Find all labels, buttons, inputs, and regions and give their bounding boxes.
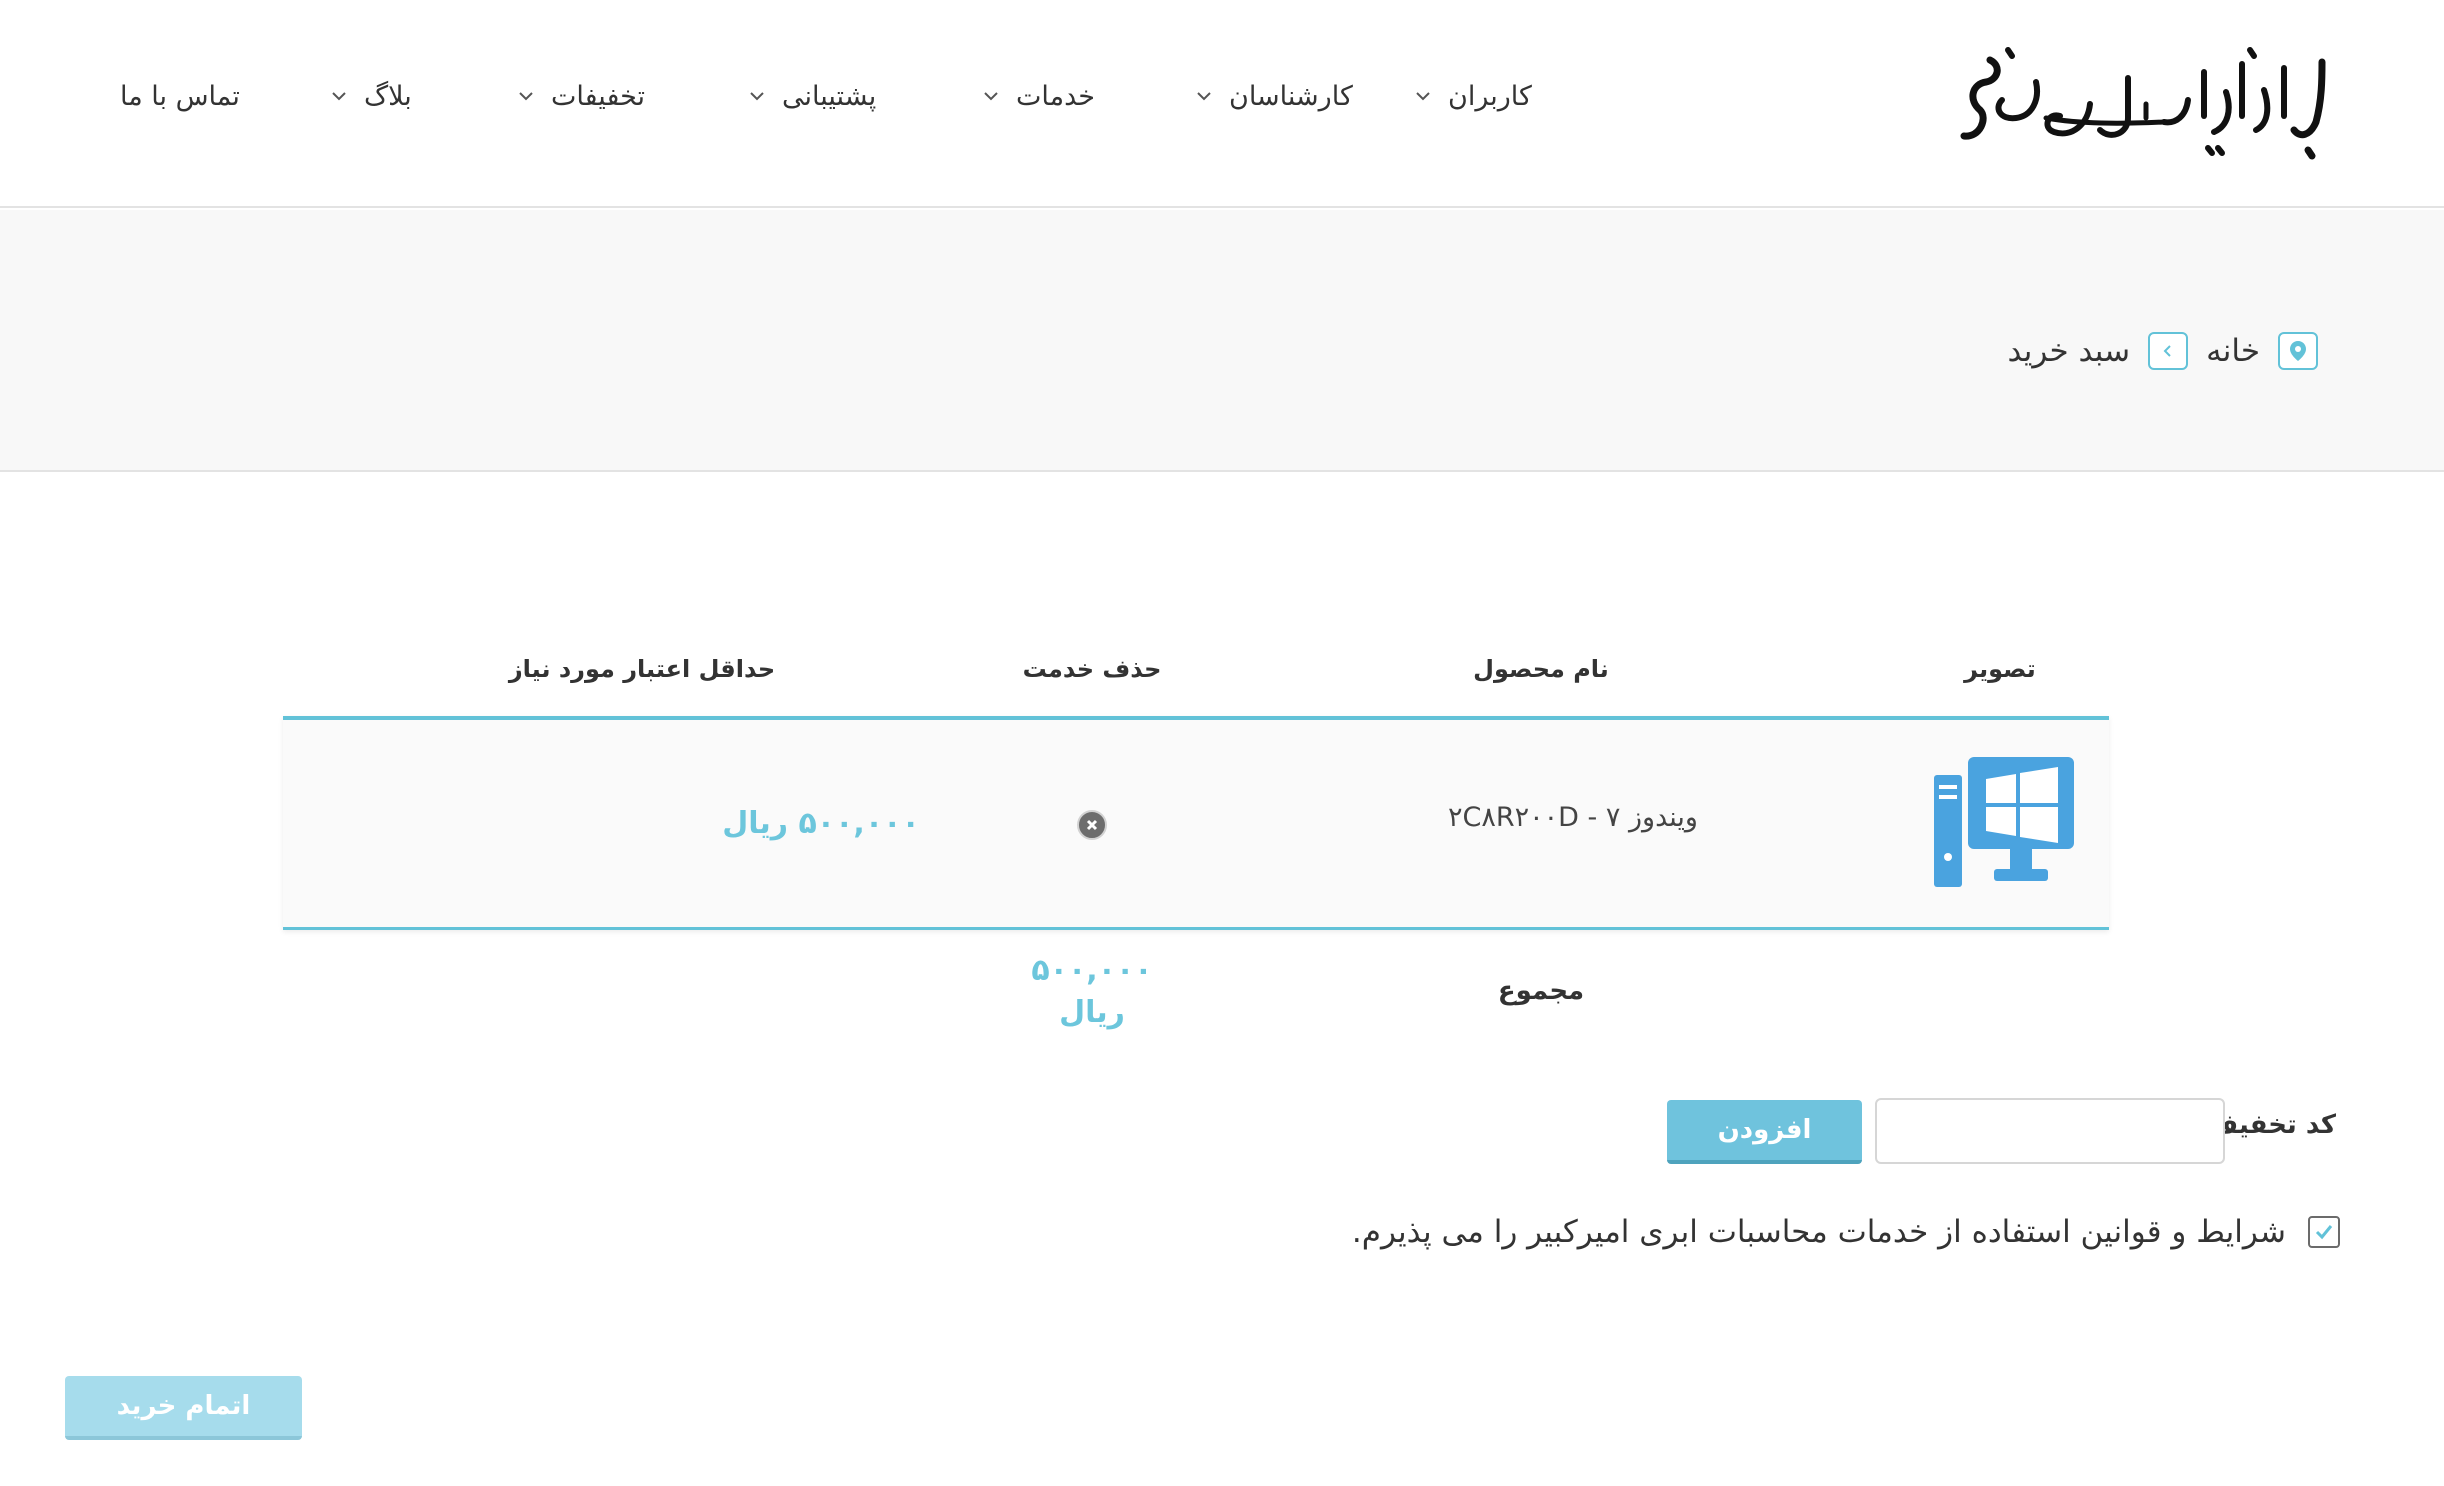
breadcrumb-current: سبد خرید	[2007, 333, 2131, 369]
nav-label: کارشناسان	[1229, 80, 1353, 112]
nav-item-users[interactable]: کاربران	[1412, 72, 1532, 120]
terms-checkbox[interactable]	[2308, 1216, 2340, 1248]
close-icon	[1086, 819, 1098, 831]
nav-label: تخفیفات	[551, 80, 646, 112]
chevron-down-icon	[332, 92, 346, 101]
site-logo[interactable]	[1950, 20, 2340, 170]
nav-label: کاربران	[1448, 80, 1532, 112]
desktop-computer-icon	[1934, 757, 2074, 887]
nav-item-discounts[interactable]: تخفیفات	[515, 72, 645, 120]
nav-item-contact[interactable]: تماس با ما	[120, 72, 240, 120]
terms-text: شرایط و قوانین استفاده از خدمات محاسبات …	[1351, 1214, 2286, 1250]
item-price: ۵۰۰,۰۰۰ ریال	[722, 806, 920, 841]
total-value: ۵۰۰,۰۰۰ ریال	[992, 950, 1192, 1034]
chevron-left-icon	[2148, 332, 2189, 370]
nav-item-services[interactable]: خدمات	[980, 72, 1095, 120]
location-pin-icon	[2278, 332, 2318, 370]
product-name: ویندوز ۷ - ۲C۸R۲۰۰D	[1448, 802, 1698, 833]
chevron-down-icon	[984, 92, 998, 101]
nav-item-blog[interactable]: بلاگ	[328, 72, 412, 120]
checkout-button[interactable]: اتمام خرید	[65, 1376, 302, 1440]
nav-item-support[interactable]: پشتیبانی	[746, 72, 876, 120]
nav-label: پشتیبانی	[782, 80, 877, 112]
column-header-image: تصویر	[1964, 655, 2036, 683]
apply-discount-button[interactable]: افزودن	[1667, 1100, 1862, 1164]
nav-label: بلاگ	[364, 80, 412, 112]
remove-item-button[interactable]	[1077, 810, 1107, 840]
nav-item-experts[interactable]: کارشناسان	[1193, 72, 1353, 120]
column-header-remove: حذف خدمت	[1022, 655, 1162, 683]
chevron-down-icon	[1197, 92, 1211, 101]
breadcrumb-band: خانه سبد خرید	[0, 210, 2444, 472]
breadcrumb: خانه سبد خرید	[2008, 332, 2318, 370]
column-header-min-credit: حداقل اعتبار مورد نیاز	[508, 655, 776, 683]
chevron-down-icon	[519, 92, 533, 101]
nav-label: تماس با ما	[120, 80, 240, 112]
site-header: کاربران کارشناسان خدمات پشتیبانی تخفیفات…	[0, 0, 2444, 208]
logo-calligraphy	[1960, 47, 2326, 160]
total-amount: ۵۰۰,۰۰۰	[1031, 953, 1153, 988]
chevron-down-icon	[1416, 92, 1430, 101]
breadcrumb-home[interactable]: خانه	[2206, 333, 2260, 369]
chevron-down-icon	[750, 92, 764, 101]
column-header-product-name: نام محصول	[1473, 655, 1609, 683]
terms-row: شرایط و قوانین استفاده از خدمات محاسبات …	[1352, 1214, 2340, 1250]
discount-label: کد تخفیف	[2208, 1110, 2336, 1140]
total-currency: ریال	[1059, 995, 1125, 1030]
total-label: مجموع	[1497, 976, 1585, 1006]
nav-label: خدمات	[1016, 80, 1095, 112]
discount-code-input[interactable]	[1875, 1098, 2225, 1164]
checkmark-icon	[2315, 1225, 2333, 1240]
table-row: ویندوز ۷ - ۲C۸R۲۰۰D ۵۰۰,۰۰۰ ریال	[283, 716, 2109, 930]
